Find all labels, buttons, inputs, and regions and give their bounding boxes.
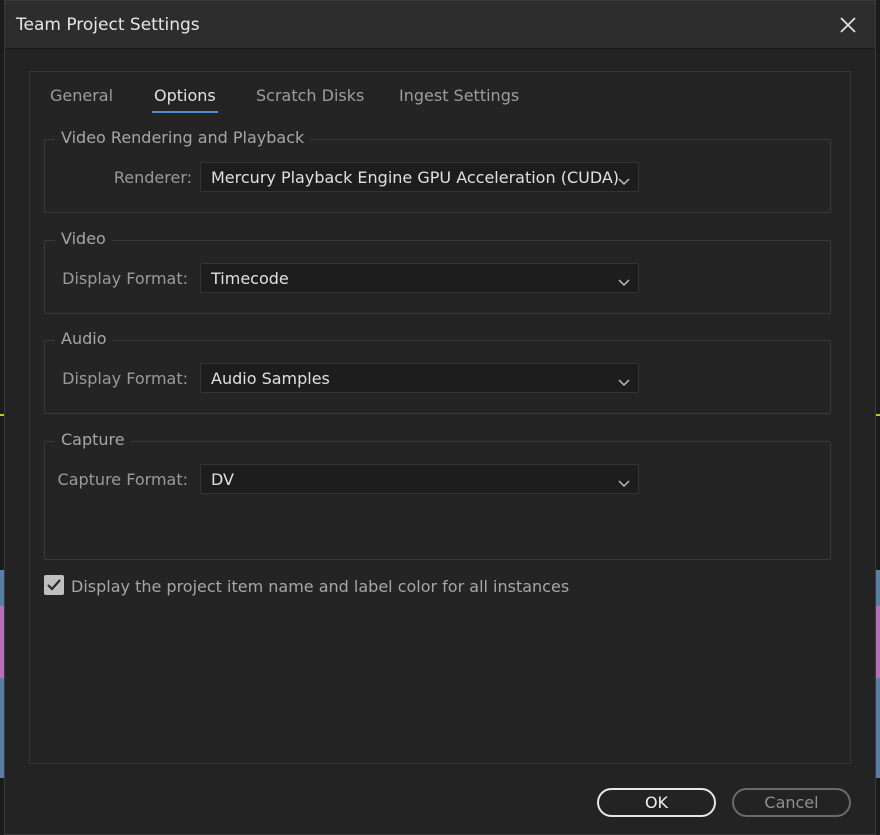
capture-legend: Capture xyxy=(55,430,131,449)
ok-button[interactable]: OK xyxy=(597,788,716,817)
tab-options-label: Options xyxy=(154,86,216,105)
renderer-value: Mercury Playback Engine GPU Acceleration… xyxy=(211,168,620,187)
tab-ingest-settings[interactable]: Ingest Settings xyxy=(399,86,519,105)
video-legend: Video xyxy=(55,229,112,248)
window-title: Team Project Settings xyxy=(16,15,200,35)
checkmark-icon xyxy=(47,579,61,591)
video-rendering-legend: Video Rendering and Playback xyxy=(55,128,311,147)
settings-panel: General Options Scratch Disks Ingest Set… xyxy=(29,71,851,764)
tab-scratch-disks[interactable]: Scratch Disks xyxy=(256,86,364,105)
audio-legend: Audio xyxy=(55,329,113,348)
chevron-down-icon xyxy=(618,373,630,387)
tab-scratch-disks-label: Scratch Disks xyxy=(256,86,365,105)
close-icon[interactable] xyxy=(835,12,861,38)
team-project-settings-dialog: Team Project Settings General Options Sc… xyxy=(4,0,876,835)
video-display-format-label: Display Format: xyxy=(62,269,188,288)
chevron-down-icon xyxy=(618,273,630,287)
audio-group: Audio Display Format: Audio Samples xyxy=(44,329,831,414)
capture-format-select[interactable]: DV xyxy=(200,464,639,494)
display-item-name-checkbox[interactable] xyxy=(44,575,64,595)
display-item-name-label[interactable]: Display the project item name and label … xyxy=(71,577,569,596)
tab-ingest-settings-label: Ingest Settings xyxy=(399,86,520,105)
background-timeline-indicator-right xyxy=(876,414,880,416)
background-track-clip xyxy=(876,678,880,778)
video-group: Video Display Format: Timecode xyxy=(44,229,831,314)
audio-display-format-value: Audio Samples xyxy=(211,369,330,388)
renderer-select[interactable]: Mercury Playback Engine GPU Acceleration… xyxy=(200,162,639,192)
capture-format-value: DV xyxy=(211,470,234,489)
video-rendering-group: Video Rendering and Playback Renderer: M… xyxy=(44,128,831,213)
audio-display-format-label: Display Format: xyxy=(62,369,188,388)
video-display-format-select[interactable]: Timecode xyxy=(200,263,639,293)
cancel-button[interactable]: Cancel xyxy=(732,788,851,817)
chevron-down-icon xyxy=(618,474,630,488)
title-bar[interactable]: Team Project Settings xyxy=(5,1,875,49)
tab-general[interactable]: General xyxy=(50,86,113,105)
video-display-format-value: Timecode xyxy=(211,269,289,288)
chevron-down-icon xyxy=(618,172,630,186)
background-track-clip xyxy=(876,606,880,678)
background-track-clip xyxy=(876,570,880,606)
tab-options[interactable]: Options xyxy=(152,86,218,113)
tab-general-label: General xyxy=(50,86,114,105)
capture-format-label: Capture Format: xyxy=(57,470,188,489)
renderer-label: Renderer: xyxy=(113,168,192,187)
active-tab-indicator xyxy=(152,111,218,113)
audio-display-format-select[interactable]: Audio Samples xyxy=(200,363,639,393)
capture-group: Capture Capture Format: DV xyxy=(44,430,831,560)
